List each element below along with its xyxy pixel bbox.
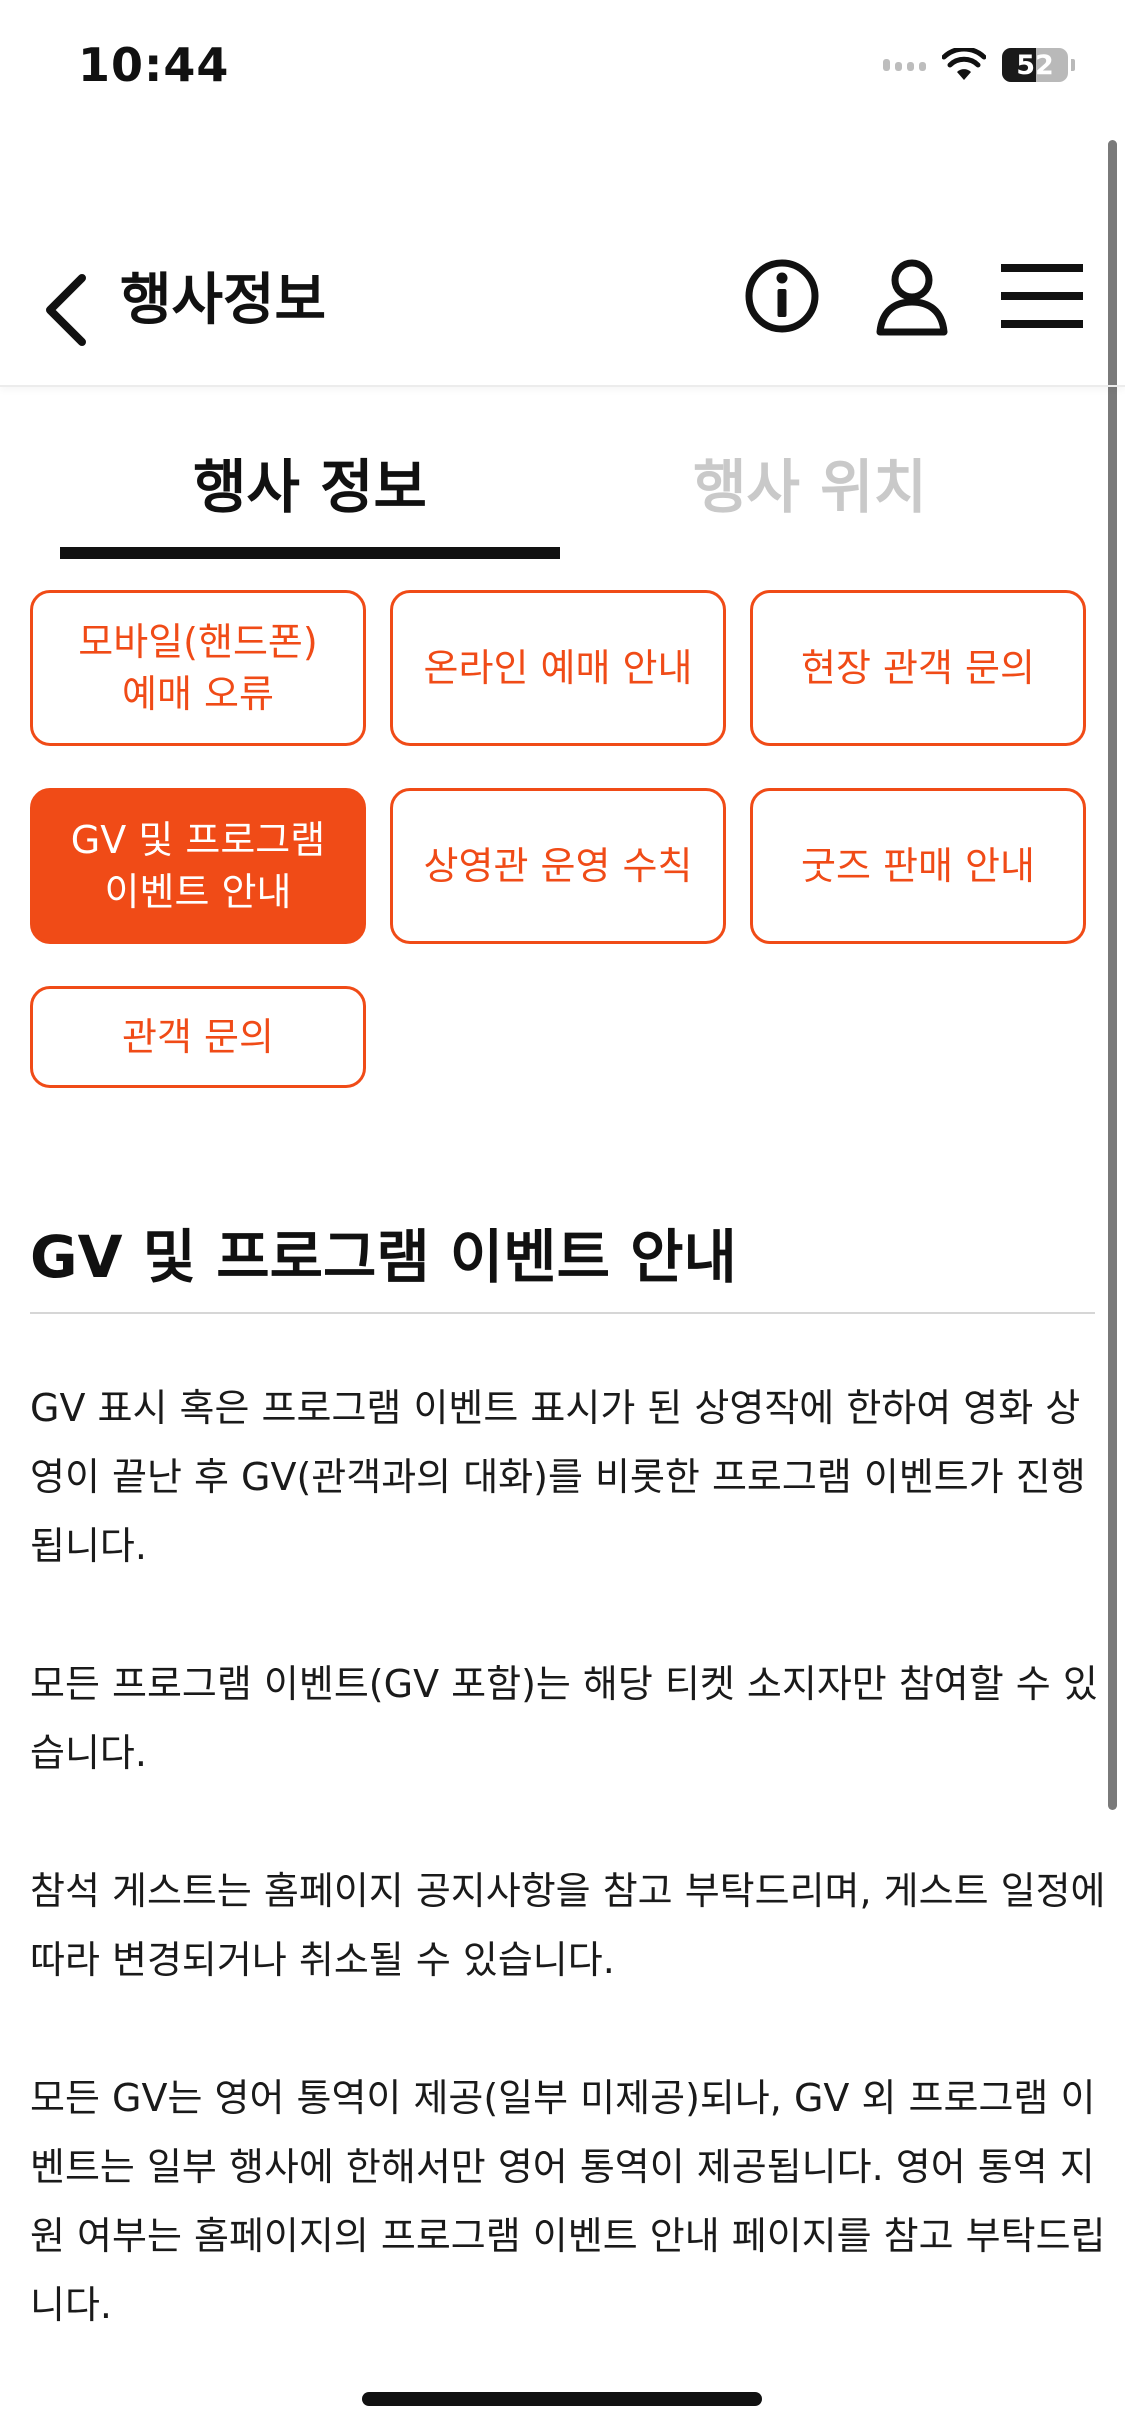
status-bar: 10:44 52 <box>0 0 1125 140</box>
page-title: 행사정보 <box>120 268 327 333</box>
category-audience-inquiry[interactable]: 관객 문의 <box>30 986 366 1088</box>
tab-bar: 행사 정보 행사 위치 <box>0 425 1125 560</box>
chevron-left-icon <box>46 274 86 346</box>
wifi-icon <box>942 48 986 80</box>
divider <box>30 1312 1095 1314</box>
back-button[interactable] <box>30 265 100 355</box>
menu-icon <box>1001 264 1083 328</box>
paragraph: GV 표시 혹은 프로그램 이벤트 표시가 된 상영작에 한하여 영화 상영이 … <box>30 1386 1086 1568</box>
cellular-icon <box>883 59 926 71</box>
info-button[interactable] <box>739 253 825 339</box>
battery-icon: 52 <box>1002 48 1068 82</box>
status-icons: 52 <box>883 48 1075 82</box>
paragraph: 참석 게스트는 홈페이지 공지사항을 참고 부탁드리며, 게스트 일정에 따라 … <box>30 1869 1106 1982</box>
section-title: GV 및 프로그램 이벤트 안내 <box>30 1223 737 1291</box>
category-onsite-inquiry[interactable]: 현장 관객 문의 <box>750 590 1086 746</box>
category-online-booking[interactable]: 온라인 예매 안내 <box>390 590 726 746</box>
status-time: 10:44 <box>78 38 230 92</box>
user-icon <box>876 259 948 336</box>
menu-button[interactable] <box>999 253 1085 339</box>
category-goods-sales[interactable]: 굿즈 판매 안내 <box>750 788 1086 944</box>
category-gv-program-event[interactable]: GV 및 프로그램 이벤트 안내 <box>30 788 366 944</box>
user-button[interactable] <box>869 253 955 339</box>
paragraph: 모든 프로그램 이벤트(GV 포함)는 해당 티켓 소지자만 참여할 수 있습니… <box>30 1662 1098 1775</box>
app-header: 행사정보 <box>0 215 1125 387</box>
tab-active-indicator <box>60 547 560 559</box>
tab-event-location[interactable]: 행사 위치 <box>560 440 1060 524</box>
tab-event-info[interactable]: 행사 정보 <box>60 440 560 524</box>
category-mobile-booking-error[interactable]: 모바일(핸드폰) 예매 오류 <box>30 590 366 746</box>
battery-level: 52 <box>1016 49 1054 81</box>
section-body: GV 표시 혹은 프로그램 이벤트 표시가 된 상영작에 한하여 영화 상영이 … <box>30 1374 1110 2409</box>
paragraph: 모든 GV는 영어 통역이 제공(일부 미제공)되나, GV 외 프로그램 이벤… <box>30 2076 1106 2327</box>
info-icon <box>745 259 819 333</box>
category-theater-rules[interactable]: 상영관 운영 수칙 <box>390 788 726 944</box>
home-indicator[interactable] <box>362 2392 762 2406</box>
header-actions <box>739 253 1085 339</box>
